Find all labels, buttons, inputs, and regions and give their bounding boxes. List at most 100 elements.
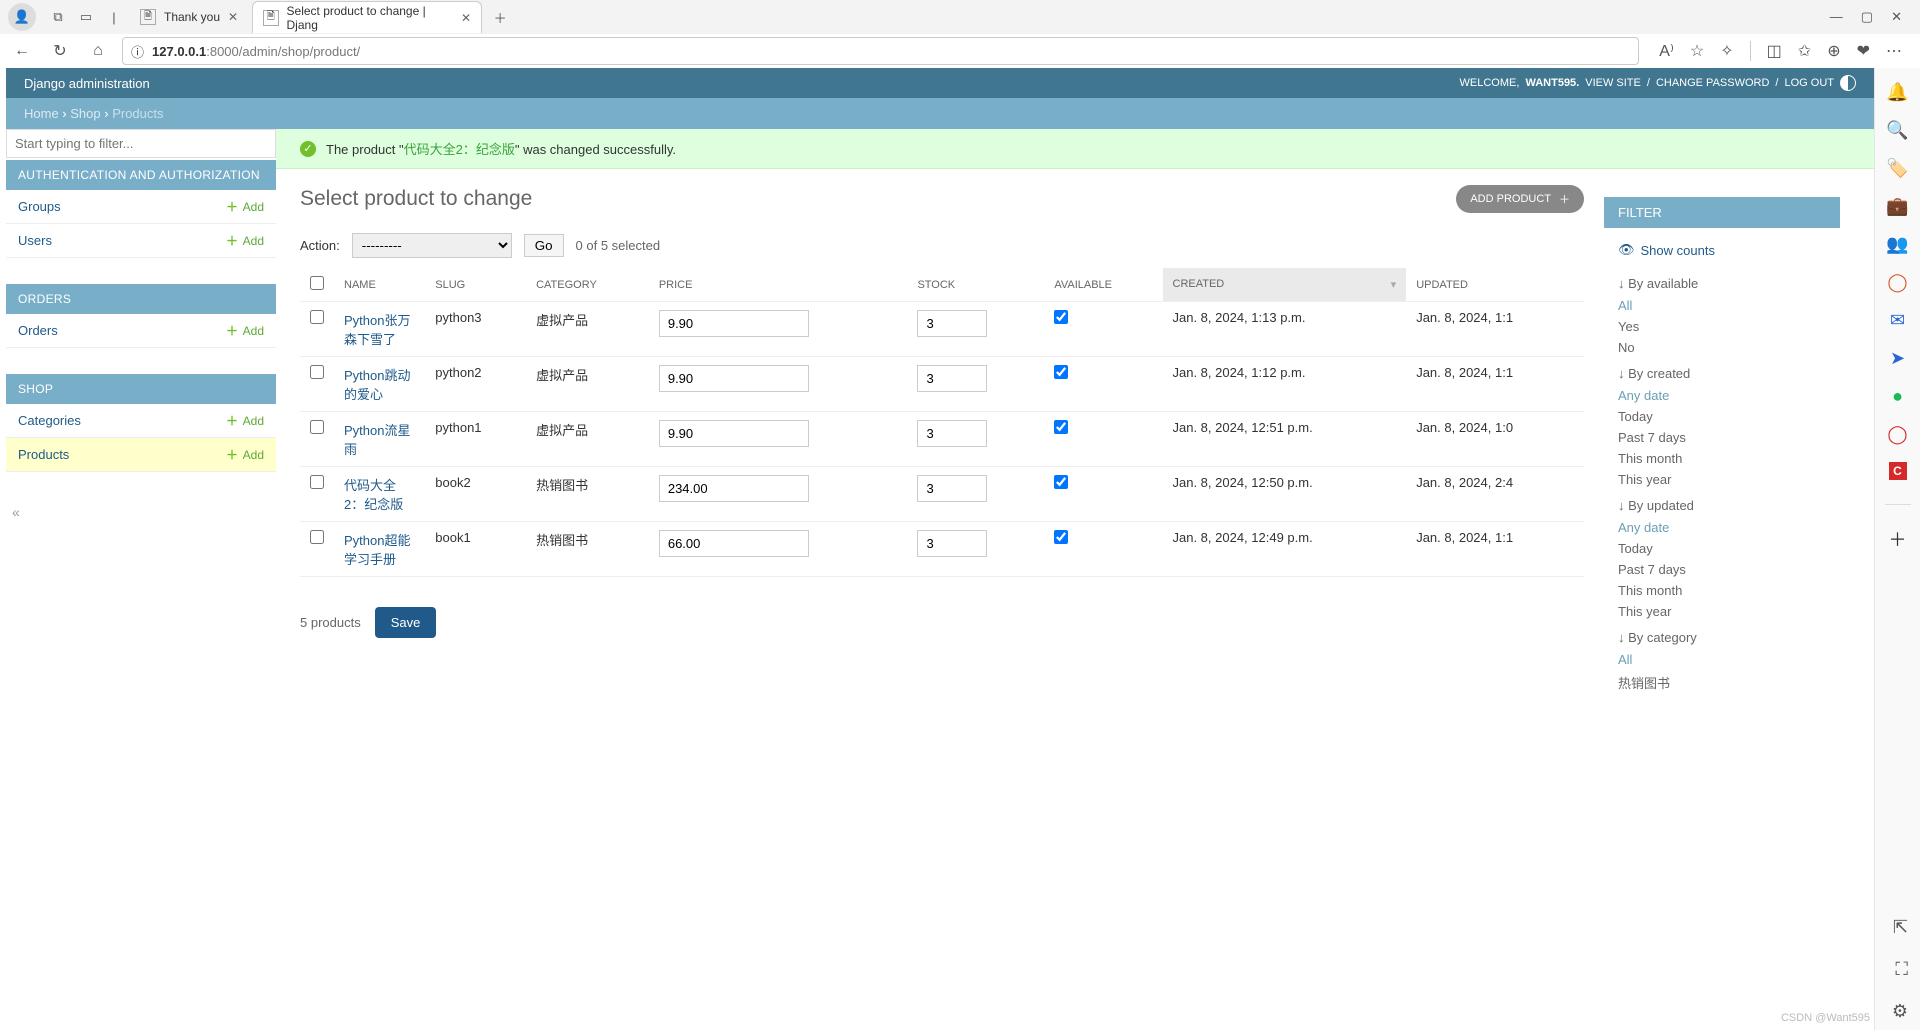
product-link[interactable]: Python流星雨 — [344, 423, 410, 457]
filter-option-link[interactable]: Today — [1618, 541, 1653, 556]
filter-option-link[interactable]: Past 7 days — [1618, 430, 1686, 445]
capture-icon[interactable]: ⛶ — [1895, 959, 1908, 980]
filter-option-link[interactable]: This month — [1618, 451, 1682, 466]
send-icon[interactable]: ➤ — [1888, 348, 1908, 368]
filter-option-link[interactable]: Yes — [1618, 319, 1639, 334]
address-bar[interactable]: ⓘ 127.0.0.1:8000/admin/shop/product/ — [122, 37, 1639, 65]
product-link[interactable]: Python超能学习手册 — [344, 533, 410, 567]
product-link[interactable]: 代码大全2：纪念版 — [344, 478, 403, 512]
save-button[interactable]: Save — [375, 607, 437, 638]
action-select[interactable]: --------- — [352, 233, 512, 258]
extensions-icon[interactable]: ✧ — [1720, 41, 1733, 61]
filter-option-link[interactable]: All — [1618, 652, 1632, 667]
collections-icon[interactable]: ⊕ — [1827, 41, 1840, 61]
read-aloud-icon[interactable]: A⁾ — [1659, 41, 1674, 61]
available-checkbox[interactable] — [1054, 310, 1068, 324]
sidebar-add-link[interactable]: ＋ Add — [226, 414, 264, 428]
filter-option-link[interactable]: Any date — [1618, 520, 1669, 535]
filter-option-link[interactable]: This year — [1618, 604, 1671, 619]
favorites-list-icon[interactable]: ✩ — [1798, 41, 1811, 61]
spotify-icon[interactable]: ● — [1888, 386, 1908, 406]
filter-option-link[interactable]: This year — [1618, 472, 1671, 487]
filter-option-link[interactable]: 热销图书 — [1618, 676, 1670, 691]
site-title[interactable]: Django administration — [24, 76, 150, 91]
available-checkbox[interactable] — [1054, 420, 1068, 434]
col-name[interactable]: NAME — [334, 268, 425, 302]
view-site-link[interactable]: VIEW SITE — [1585, 77, 1641, 89]
price-input[interactable] — [659, 530, 809, 557]
col-stock[interactable]: STOCK — [907, 268, 1044, 302]
browser-tab-1[interactable]: 🗎 Thank you ✕ — [130, 1, 248, 33]
settings-icon[interactable]: ⚙ — [1892, 1001, 1908, 1022]
sidebar-link[interactable]: Products — [18, 447, 69, 462]
close-icon[interactable]: ✕ — [228, 10, 238, 24]
go-button[interactable]: Go — [524, 234, 564, 257]
table-scroll[interactable]: NAME SLUG CATEGORY PRICE STOCK AVAILABLE… — [300, 268, 1584, 593]
filter-option-link[interactable]: This month — [1618, 583, 1682, 598]
breadcrumb-home[interactable]: Home — [24, 106, 59, 121]
filter-option-link[interactable]: All — [1618, 298, 1632, 313]
filter-option-link[interactable]: Any date — [1618, 388, 1669, 403]
sidebar-add-link[interactable]: ＋ Add — [226, 200, 264, 214]
workspaces-icon[interactable]: ⧉ — [46, 5, 70, 29]
select-all-checkbox[interactable] — [310, 276, 324, 290]
row-checkbox[interactable] — [310, 310, 324, 324]
filter-option-link[interactable]: No — [1618, 340, 1635, 355]
home-button[interactable]: ⌂ — [84, 37, 112, 65]
more-icon[interactable]: ⋯ — [1886, 41, 1902, 61]
col-available[interactable]: AVAILABLE — [1044, 268, 1162, 302]
briefcase-icon[interactable]: 💼 — [1888, 196, 1908, 216]
sidebar-add-link[interactable]: ＋ Add — [226, 234, 264, 248]
filter-option-link[interactable]: Past 7 days — [1618, 562, 1686, 577]
breadcrumb-shop[interactable]: Shop — [70, 106, 100, 121]
change-password-link[interactable]: CHANGE PASSWORD — [1656, 77, 1769, 89]
refresh-button[interactable]: ↻ — [46, 37, 74, 65]
stock-input[interactable] — [917, 310, 987, 337]
back-button[interactable]: ← — [8, 37, 36, 65]
add-product-button[interactable]: ADD PRODUCT ＋ — [1456, 185, 1584, 213]
favorite-icon[interactable]: ☆ — [1690, 41, 1704, 61]
logout-link[interactable]: LOG OUT — [1784, 77, 1834, 89]
browser-health-icon[interactable]: ❤ — [1857, 41, 1870, 61]
row-checkbox[interactable] — [310, 475, 324, 489]
stock-input[interactable] — [917, 530, 987, 557]
row-checkbox[interactable] — [310, 365, 324, 379]
stock-input[interactable] — [917, 475, 987, 502]
sidebar-link[interactable]: Groups — [18, 199, 61, 214]
opera-icon[interactable]: ◯ — [1888, 424, 1908, 444]
col-updated[interactable]: UPDATED — [1406, 268, 1584, 302]
stock-input[interactable] — [917, 365, 987, 392]
sidebar-link[interactable]: Orders — [18, 323, 58, 338]
browser-tab-2[interactable]: 🗎 Select product to change | Djang ✕ — [252, 1, 482, 33]
split-icon[interactable]: ◫ — [1750, 41, 1782, 61]
sidebar-collapse-button[interactable]: « — [6, 498, 276, 526]
show-counts-link[interactable]: 👁 Show counts — [1604, 238, 1840, 268]
close-window-icon[interactable]: ✕ — [1891, 9, 1902, 25]
search-icon[interactable]: 🔍 — [1888, 120, 1908, 140]
add-sidebar-icon[interactable]: ＋ — [1888, 529, 1908, 549]
office-icon[interactable]: ◯ — [1888, 272, 1908, 292]
price-input[interactable] — [659, 310, 809, 337]
sidebar-add-link[interactable]: ＋ Add — [226, 448, 264, 462]
sidebar-filter-input[interactable] — [6, 129, 276, 158]
product-link[interactable]: Python张万森下雪了 — [344, 313, 410, 347]
share-icon[interactable]: ⇱ — [1893, 917, 1908, 938]
available-checkbox[interactable] — [1054, 365, 1068, 379]
tag-icon[interactable]: 🏷️ — [1888, 158, 1908, 178]
col-slug[interactable]: SLUG — [425, 268, 526, 302]
available-checkbox[interactable] — [1054, 530, 1068, 544]
maximize-icon[interactable]: ▢ — [1861, 9, 1873, 25]
sidebar-link[interactable]: Categories — [18, 413, 81, 428]
price-input[interactable] — [659, 365, 809, 392]
product-link[interactable]: Python跳动的爱心 — [344, 368, 410, 402]
new-tab-button[interactable]: ＋ — [486, 3, 514, 31]
row-checkbox[interactable] — [310, 530, 324, 544]
price-input[interactable] — [659, 475, 809, 502]
close-icon[interactable]: ✕ — [461, 11, 471, 25]
sidebar-link[interactable]: Users — [18, 233, 52, 248]
profile-icon[interactable]: 👤 — [8, 3, 36, 31]
outlook-icon[interactable]: ✉ — [1888, 310, 1908, 330]
row-checkbox[interactable] — [310, 420, 324, 434]
price-input[interactable] — [659, 420, 809, 447]
c-icon[interactable]: C — [1889, 462, 1907, 480]
